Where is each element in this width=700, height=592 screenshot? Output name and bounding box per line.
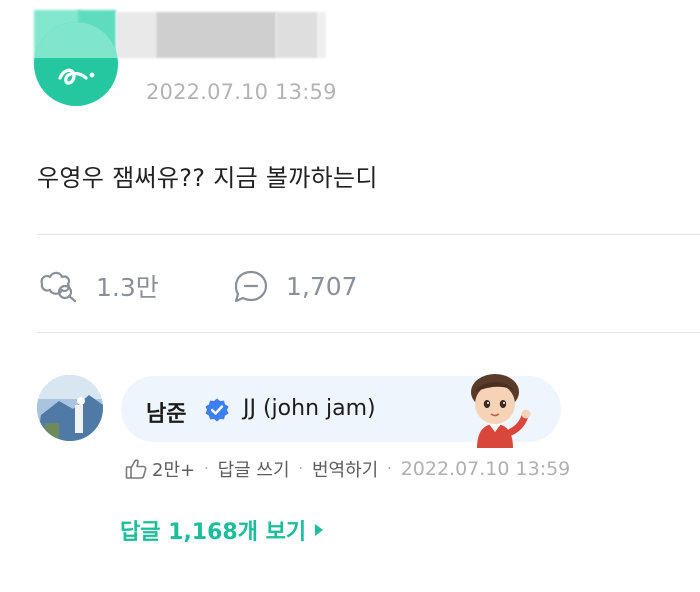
separator-dot: · [387,461,392,477]
post-body-text: 우영우 잼써유?? 지금 볼까하는디 [37,164,378,192]
separator-dot: · [204,461,209,477]
comment-count: 1,707 [286,271,358,301]
like-icon [40,271,77,303]
comment-author-avatar[interactable] [37,375,103,441]
comment-text: JJ (john jam) [243,396,376,421]
user-avatar-icon [34,22,118,85]
divider [37,234,700,235]
comment-author-name[interactable]: 남준 [146,396,186,428]
like-count-button[interactable]: 1.3만 [38,268,159,304]
comment-actions: 2만+ · 답글 쓰기 · 번역하기 · 2022.07.10 13:59 [124,456,570,482]
verified-check-icon [205,398,229,422]
view-replies-link[interactable]: 답글 1,168개 보기 [120,514,324,546]
view-replies-label: 답글 1,168개 보기 [120,520,307,545]
comment-count-button[interactable]: 1,707 [228,268,358,304]
separator-dot: · [298,461,303,477]
blurred-username [318,12,326,58]
comment-like-count[interactable]: 2만+ [152,456,195,482]
blurred-username [276,12,318,58]
reply-button[interactable]: 답글 쓰기 [218,456,290,482]
thumbs-up-icon[interactable] [124,457,148,481]
blurred-username [156,12,276,58]
character-sticker-icon [471,374,531,448]
post-author-avatar[interactable] [34,22,118,106]
profile-photo-icon [37,375,103,441]
comment-icon [234,270,268,303]
post-date: 2022.07.10 13:59 [146,80,337,104]
like-count: 1.3만 [96,273,159,302]
divider [37,332,700,333]
caret-right-icon [315,524,324,536]
blurred-username [116,12,156,58]
translate-button[interactable]: 번역하기 [312,456,378,482]
comment-date: 2022.07.10 13:59 [400,458,571,480]
